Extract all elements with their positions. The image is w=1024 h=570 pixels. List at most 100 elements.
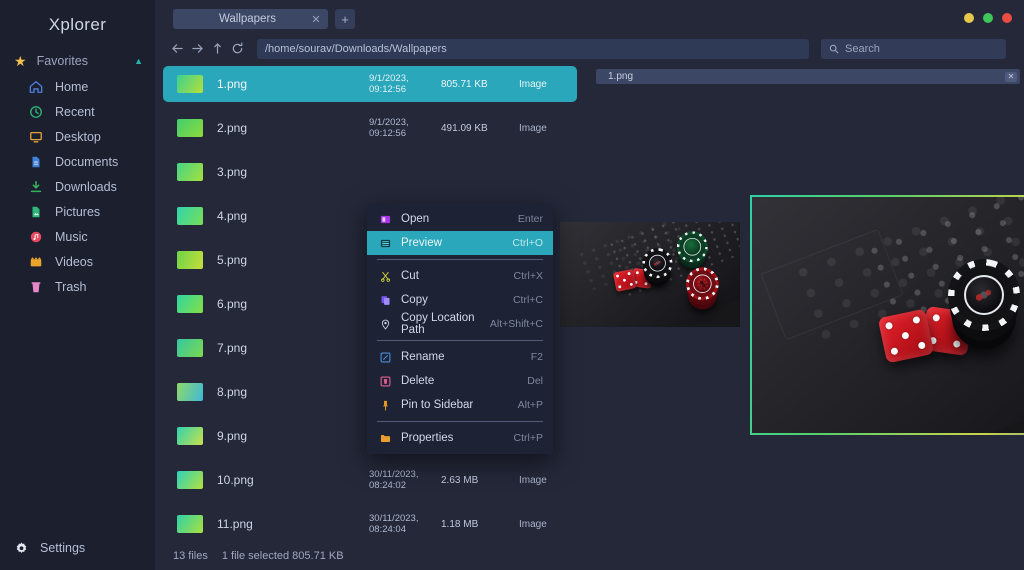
sidebar-settings-label: Settings (40, 541, 86, 555)
menu-item-properties[interactable]: Properties Ctrl+P (367, 426, 553, 450)
menu-item-label: Copy Location Path (401, 312, 475, 336)
context-menu[interactable]: Open Enter Preview Ctrl+O Cut Ctrl+X Cop… (367, 203, 553, 454)
menu-item-rename[interactable]: Rename F2 (367, 345, 553, 369)
clock-history-icon (28, 104, 43, 119)
file-name: 8.png (217, 385, 248, 399)
sidebar-item-documents[interactable]: Documents (0, 149, 155, 174)
menu-item-shortcut: Alt+P (517, 399, 543, 411)
sidebar-item-pictures[interactable]: Pictures (0, 199, 155, 224)
red-die (877, 308, 935, 364)
search-placeholder: Search (845, 42, 880, 55)
file-name: 3.png (217, 165, 248, 179)
file-type: Image (519, 474, 547, 486)
menu-item-cut[interactable]: Cut Ctrl+X (367, 264, 553, 288)
image-icon (28, 204, 43, 219)
menu-item-copy-location-path[interactable]: Copy Location Path Alt+Shift+C (367, 312, 553, 336)
folder-icon (379, 432, 391, 444)
minimize-button[interactable] (964, 13, 974, 23)
sidebar-item-home[interactable]: Home (0, 74, 155, 99)
sidebar-item-downloads[interactable]: Downloads (0, 174, 155, 199)
arrow-right-icon[interactable] (187, 39, 207, 59)
sidebar-item-desktop[interactable]: Desktop (0, 124, 155, 149)
file-name: 5.png (217, 253, 248, 267)
document-icon (28, 154, 43, 169)
sidebar-item-settings[interactable]: Settings (0, 536, 155, 560)
copy-icon (379, 294, 391, 306)
main-area: Wallpapers ✕ + /home/sourav/Downloads/Wa… (155, 0, 1024, 570)
file-type: Image (519, 518, 547, 530)
monitor-icon (28, 129, 43, 144)
file-thumbnail (177, 75, 203, 93)
menu-item-pin-to-sidebar[interactable]: Pin to Sidebar Alt+P (367, 393, 553, 417)
file-date: 30/11/2023, 08:24:02 (369, 469, 419, 491)
file-thumbnail (177, 251, 203, 269)
delete-icon (379, 375, 391, 387)
file-date: 9/1/2023, 09:12:56 (369, 117, 409, 139)
file-type: Image (519, 78, 547, 90)
menu-item-label: Preview (401, 237, 442, 249)
caret-up-icon[interactable]: ▲ (134, 56, 143, 66)
file-thumbnail (177, 383, 203, 401)
menu-item-label: Delete (401, 375, 435, 387)
sidebar-item-music[interactable]: Music (0, 224, 155, 249)
tab-wallpapers[interactable]: Wallpapers ✕ (173, 9, 328, 29)
download-icon (28, 179, 43, 194)
menu-separator (377, 259, 543, 260)
menu-separator (377, 340, 543, 341)
location-pin-icon (379, 318, 391, 330)
poker-chip-black (948, 259, 1020, 331)
search-input[interactable]: Search (821, 38, 1006, 59)
sidebar-item-videos[interactable]: Videos (0, 249, 155, 274)
menu-item-open[interactable]: Open Enter (367, 207, 553, 231)
menu-item-delete[interactable]: Delete Del (367, 369, 553, 393)
navigation-bar: /home/sourav/Downloads/Wallpapers Search (155, 35, 1024, 62)
file-thumbnail (177, 471, 203, 489)
table-row[interactable]: 10.png 30/11/2023, 08:24:02 2.63 MB Image (163, 462, 577, 498)
new-tab-button[interactable]: + (335, 9, 355, 29)
sidebar-item-recent[interactable]: Recent (0, 99, 155, 124)
menu-item-label: Pin to Sidebar (401, 399, 474, 411)
maximize-button[interactable] (983, 13, 993, 23)
menu-item-label: Cut (401, 270, 419, 282)
music-disc-icon (28, 229, 43, 244)
close-icon[interactable]: ✕ (308, 13, 324, 26)
close-icon[interactable]: ✕ (1005, 71, 1017, 82)
trash-icon (28, 279, 43, 294)
sidebar-item-trash[interactable]: Trash (0, 274, 155, 299)
sidebar-section-favorites[interactable]: ★ Favorites ▲ (0, 48, 155, 74)
menu-item-shortcut: Ctrl+O (512, 237, 543, 249)
menu-item-shortcut: Ctrl+P (513, 432, 543, 444)
sidebar-item-label: Pictures (55, 204, 101, 219)
menu-item-preview[interactable]: Preview Ctrl+O (367, 231, 553, 255)
file-thumbnail (177, 295, 203, 313)
file-size: 1.18 MB (441, 518, 479, 530)
file-size: 2.63 MB (441, 474, 479, 486)
table-row[interactable]: 11.png 30/11/2023, 08:24:04 1.18 MB Image (163, 506, 577, 542)
video-clapper-icon (28, 254, 43, 269)
sidebar-item-label: Recent (55, 104, 95, 119)
file-thumbnail (177, 119, 203, 137)
arrow-left-icon[interactable] (167, 39, 187, 59)
gear-icon (14, 541, 29, 556)
close-window-button[interactable] (1002, 13, 1012, 23)
table-row[interactable]: 2.png 9/1/2023, 09:12:56 491.09 KB Image (163, 110, 577, 146)
sidebar-item-label: Music (55, 229, 88, 244)
path-input[interactable]: /home/sourav/Downloads/Wallpapers (257, 38, 809, 59)
refresh-icon[interactable] (227, 39, 247, 59)
file-thumbnail (177, 207, 203, 225)
menu-item-shortcut: Alt+Shift+C (489, 318, 543, 330)
arrow-up-icon[interactable] (207, 39, 227, 59)
title-bar: Wallpapers ✕ + (155, 0, 1024, 35)
menu-item-copy[interactable]: Copy Ctrl+C (367, 288, 553, 312)
file-date (369, 167, 441, 178)
file-size: 491.09 KB (441, 122, 488, 134)
path-value: /home/sourav/Downloads/Wallpapers (265, 42, 447, 55)
menu-item-shortcut: Enter (517, 213, 543, 225)
table-row[interactable]: 1.png 9/1/2023, 09:12:56 805.71 KB Image (163, 66, 577, 102)
table-row[interactable]: 3.png (163, 154, 577, 190)
file-name: 1.png (217, 77, 248, 91)
file-size: 805.71 KB (441, 78, 488, 90)
preview-header: 1.png ✕ (596, 69, 1020, 84)
file-name: 11.png (217, 517, 253, 531)
rename-icon (379, 351, 391, 363)
